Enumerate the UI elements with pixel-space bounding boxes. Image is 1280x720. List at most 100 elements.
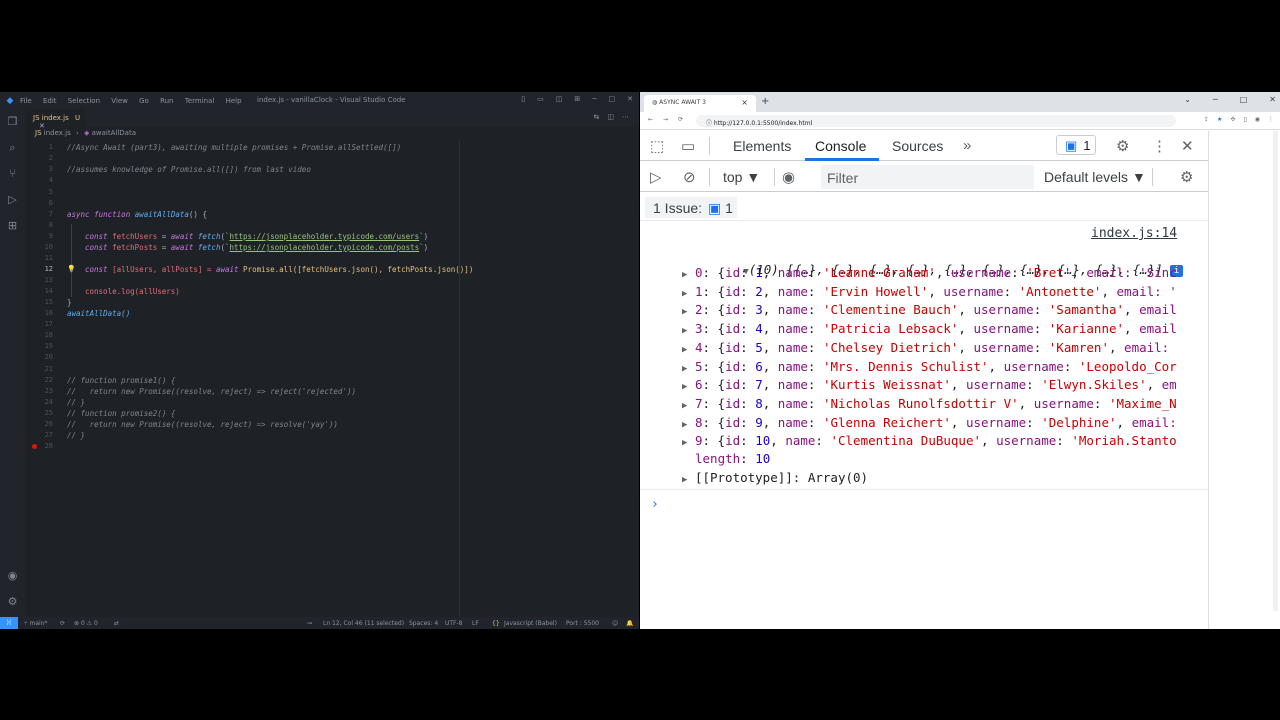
devtools-menu-icon[interactable]: ⋮	[1152, 137, 1167, 155]
run-debug-icon[interactable]: ▷	[6, 193, 19, 206]
panel-icon[interactable]: ▭	[537, 95, 544, 103]
encoding[interactable]: UTF-8	[445, 620, 463, 627]
tab-index-js[interactable]: JS index.js U ✕	[25, 109, 85, 130]
devtools-settings-icon[interactable]: ⚙	[1116, 137, 1129, 155]
issues-badge[interactable]: ▣ 1	[1056, 135, 1096, 155]
extensions-icon[interactable]: ⊞	[6, 219, 19, 232]
array-item-row[interactable]: ▶ 6: {id: 7, name: 'Kurtis Weissnat', us…	[682, 377, 1177, 392]
reload-icon[interactable]: ⟳	[678, 116, 683, 123]
more-actions-icon[interactable]: ⋯	[622, 113, 629, 121]
array-item-row[interactable]: ▶ 5: {id: 6, name: 'Mrs. Dennis Schulist…	[682, 359, 1177, 374]
browser-close-icon[interactable]: ✕	[1269, 95, 1276, 104]
inspect-element-icon[interactable]: ⬚	[650, 137, 664, 155]
account-icon[interactable]: ◉	[6, 569, 19, 582]
live-server-port[interactable]: Port : 5500	[566, 620, 599, 627]
browser-tab-close-icon[interactable]: ×	[741, 98, 748, 107]
filter-input[interactable]: Filter	[821, 165, 1034, 189]
breadcrumb-file[interactable]: index.js	[44, 129, 71, 137]
forward-icon[interactable]: →	[663, 116, 668, 123]
feedback-icon[interactable]: ☺	[612, 620, 618, 627]
menu-file[interactable]: File	[20, 97, 32, 105]
sync-icon[interactable]: ⟳	[60, 620, 65, 627]
console-prompt-icon[interactable]: ›	[651, 497, 659, 512]
expand-triangle-icon[interactable]: ▶	[682, 382, 687, 392]
settings-gear-icon[interactable]: ⚙	[6, 595, 19, 608]
device-toolbar-icon[interactable]: ▭	[681, 137, 695, 155]
cursor-position[interactable]: Ln 12, Col 46 (11 selected)	[323, 620, 404, 627]
new-tab-icon[interactable]: +	[761, 96, 769, 107]
profile-icon[interactable]: ◉	[1255, 116, 1260, 123]
expand-triangle-icon[interactable]: ▶	[682, 475, 687, 485]
minimize-icon[interactable]: ─	[592, 95, 596, 103]
site-info-icon[interactable]: ⓘ	[706, 120, 714, 127]
breakpoint-icon[interactable]	[32, 444, 37, 449]
notifications-icon[interactable]: 🔔	[626, 620, 633, 627]
devtools-close-icon[interactable]: ✕	[1181, 137, 1194, 155]
array-item-row[interactable]: ▶ 1: {id: 2, name: 'Ervin Howell', usern…	[682, 284, 1177, 299]
menu-terminal[interactable]: Terminal	[185, 97, 215, 105]
maximize-icon[interactable]: □	[609, 95, 616, 103]
expand-triangle-icon[interactable]: ▶	[682, 438, 687, 448]
expand-triangle-icon[interactable]: ▶	[682, 326, 687, 336]
share-icon[interactable]: ⇪	[1204, 116, 1209, 123]
customize-layout-icon[interactable]: ⊞	[574, 95, 580, 103]
context-selector[interactable]: top ▼	[723, 169, 760, 185]
search-icon[interactable]: ⌕	[6, 141, 19, 154]
log-levels-dropdown[interactable]: Default levels ▼	[1044, 169, 1146, 185]
menu-go[interactable]: Go	[139, 97, 149, 105]
side-panel-icon[interactable]: ▯	[1243, 116, 1246, 123]
remote-icon[interactable]: ⟩⟨	[0, 617, 18, 629]
address-bar[interactable]: ⓘ http://127.0.0.1:5500/index.html	[696, 115, 1176, 127]
issues-link[interactable]: 1 Issue: ▣ 1	[645, 197, 737, 218]
prototype-entry[interactable]: ▶ [[Prototype]]: Array(0)	[682, 470, 868, 485]
split-icon[interactable]: ◫	[556, 95, 563, 103]
browser-menu-icon[interactable]: ⋮	[1268, 116, 1274, 123]
expand-triangle-icon[interactable]: ▶	[682, 401, 687, 411]
breadcrumb-symbol[interactable]: awaitAllData	[92, 129, 136, 137]
tab-console[interactable]: Console	[815, 138, 866, 154]
language-mode[interactable]: Javascript (Babel)	[504, 620, 557, 627]
browser-tab[interactable]: ◍ ASYNC AWAIT 3 ×	[644, 95, 756, 112]
code-editor[interactable]: 1 2 3 4 5 6 7 8 9 10 11 12 13 14 15 16 1…	[25, 141, 639, 617]
problems-indicator[interactable]: ⊗ 0 ⚠ 0	[74, 620, 98, 627]
clear-console-icon[interactable]: ⊘	[683, 168, 696, 186]
menu-run[interactable]: Run	[160, 97, 173, 105]
tab-search-icon[interactable]: ⌄	[1184, 95, 1191, 104]
expand-triangle-icon[interactable]: ▶	[682, 364, 687, 374]
indentation[interactable]: Spaces: 4	[409, 620, 438, 627]
expand-triangle-icon[interactable]: ▶	[682, 345, 687, 355]
sidebar-toggle-icon[interactable]: ▷	[650, 168, 662, 186]
expand-triangle-icon[interactable]: ▶	[682, 289, 687, 299]
menu-view[interactable]: View	[111, 97, 128, 105]
array-item-row[interactable]: ▶ 4: {id: 5, name: 'Chelsey Dietrich', u…	[682, 340, 1169, 355]
close-icon[interactable]: ✕	[627, 95, 633, 103]
console-settings-icon[interactable]: ⚙	[1180, 168, 1193, 186]
end-of-line[interactable]: LF	[472, 620, 479, 627]
browser-maximize-icon[interactable]: □	[1240, 95, 1248, 104]
pin-icon[interactable]: ⊸	[307, 620, 312, 627]
open-changes-icon[interactable]: ⇆	[594, 113, 600, 121]
lightbulb-icon[interactable]: 💡	[67, 265, 76, 273]
array-item-row[interactable]: ▶ 8: {id: 9, name: 'Glenna Reichert', us…	[682, 415, 1177, 430]
browser-minimize-icon[interactable]: ─	[1213, 95, 1218, 104]
split-editor-icon[interactable]: ◫	[607, 113, 614, 121]
menu-selection[interactable]: Selection	[68, 97, 100, 105]
tab-sources[interactable]: Sources	[892, 138, 943, 154]
expand-triangle-icon[interactable]: ▶	[682, 420, 687, 430]
source-control-icon[interactable]: ⑂	[6, 167, 19, 180]
live-share-icon[interactable]: ⇄	[114, 620, 119, 627]
bookmark-star-icon[interactable]: ★	[1217, 116, 1222, 123]
more-tabs-icon[interactable]: »	[963, 137, 971, 154]
expand-triangle-icon[interactable]: ▶	[682, 270, 687, 280]
page-scrollbar[interactable]	[1273, 131, 1278, 611]
layout-icon[interactable]: ▯	[521, 95, 525, 103]
expand-triangle-icon[interactable]: ▶	[682, 307, 687, 317]
menu-edit[interactable]: Edit	[43, 97, 57, 105]
array-item-row[interactable]: ▶ 0: {id: 1, name: 'Leanne Graham', user…	[682, 265, 1177, 280]
array-item-row[interactable]: ▶ 9: {id: 10, name: 'Clementina DuBuque'…	[682, 433, 1177, 448]
array-item-row[interactable]: ▶ 7: {id: 8, name: 'Nicholas Runolfsdott…	[682, 396, 1177, 411]
tab-elements[interactable]: Elements	[733, 138, 791, 154]
git-branch[interactable]: ⑂ main*	[24, 620, 48, 627]
extensions-puzzle-icon[interactable]: ✣	[1230, 116, 1235, 123]
back-icon[interactable]: ←	[648, 116, 653, 123]
